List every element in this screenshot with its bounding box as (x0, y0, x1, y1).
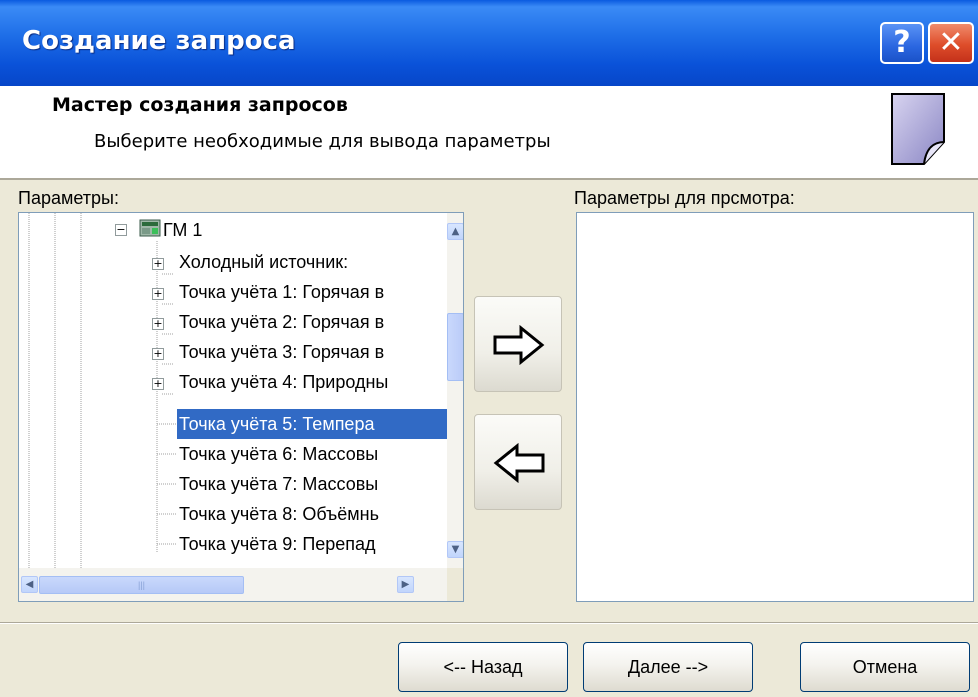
tree-item-point-6[interactable]: Точка учёта 6: Массовы (179, 439, 378, 469)
footer-separator (0, 622, 978, 624)
view-parameters-label: Параметры для прсмотра: (574, 188, 795, 208)
scroll-left-icon[interactable]: ◀ (21, 576, 38, 593)
expand-toggle[interactable]: + (152, 378, 164, 390)
tree-item-point-1[interactable]: Точка учёта 1: Горячая в (179, 277, 384, 307)
device-icon (139, 219, 161, 237)
arrow-right-icon (493, 325, 545, 365)
parameters-tree[interactable]: − ГМ 1 + Холодный источник: + Точка учёт… (18, 212, 464, 602)
tree-item-point-8[interactable]: Точка учёта 8: Объёмнь (179, 499, 379, 529)
vertical-scroll-thumb[interactable] (447, 313, 463, 381)
tree-horizontal-scrollbar[interactable]: ◀ ||| ▶ (19, 568, 447, 601)
tree-item-point-5[interactable]: Точка учёта 5: Темпера (176, 408, 448, 440)
page-curl-icon (891, 93, 945, 165)
collapse-toggle[interactable]: − (115, 224, 127, 236)
arrow-left-icon (493, 443, 545, 483)
tree-item-point-9[interactable]: Точка учёта 9: Перепад (179, 529, 376, 559)
remove-parameter-button[interactable] (474, 414, 562, 510)
expand-toggle[interactable]: + (152, 348, 164, 360)
add-parameter-button[interactable] (474, 296, 562, 392)
back-button[interactable]: <-- Назад (398, 642, 568, 692)
scrollbar-corner (447, 568, 463, 601)
tree-vertical-scrollbar[interactable]: ▲ ▼ (447, 213, 463, 568)
selected-parameters-list[interactable] (576, 212, 974, 602)
help-button[interactable]: ? (880, 22, 924, 64)
scroll-right-icon[interactable]: ▶ (397, 576, 414, 593)
tree-item-gm1[interactable]: ГМ 1 (163, 215, 202, 245)
title-bar[interactable]: Создание запроса ? ✕ (0, 0, 978, 87)
expand-toggle[interactable]: + (152, 288, 164, 300)
scroll-up-icon[interactable]: ▲ (447, 223, 463, 240)
tree-item-point-4[interactable]: Точка учёта 4: Природны (179, 367, 388, 397)
wizard-subtitle: Выберите необходимые для вывода параметр… (94, 131, 551, 152)
close-button[interactable]: ✕ (928, 22, 974, 64)
cancel-button[interactable]: Отмена (800, 642, 970, 692)
tree-item-point-7[interactable]: Точка учёта 7: Массовы (179, 469, 378, 499)
wizard-title: Мастер создания запросов (52, 94, 348, 116)
expand-toggle[interactable]: + (152, 318, 164, 330)
horizontal-scroll-thumb[interactable]: ||| (39, 576, 244, 594)
tree-item-point-3[interactable]: Точка учёта 3: Горячая в (179, 337, 384, 367)
parameters-label: Параметры: (18, 188, 119, 208)
tree-item-cold-source[interactable]: Холодный источник: (179, 247, 348, 277)
next-button[interactable]: Далее --> (583, 642, 753, 692)
scroll-down-icon[interactable]: ▼ (447, 541, 463, 558)
tree-item-point-2[interactable]: Точка учёта 2: Горячая в (179, 307, 384, 337)
window-title: Создание запроса (22, 26, 296, 56)
expand-toggle[interactable]: + (152, 258, 164, 270)
dialog-window: Создание запроса ? ✕ Мастер создания зап… (0, 0, 978, 697)
